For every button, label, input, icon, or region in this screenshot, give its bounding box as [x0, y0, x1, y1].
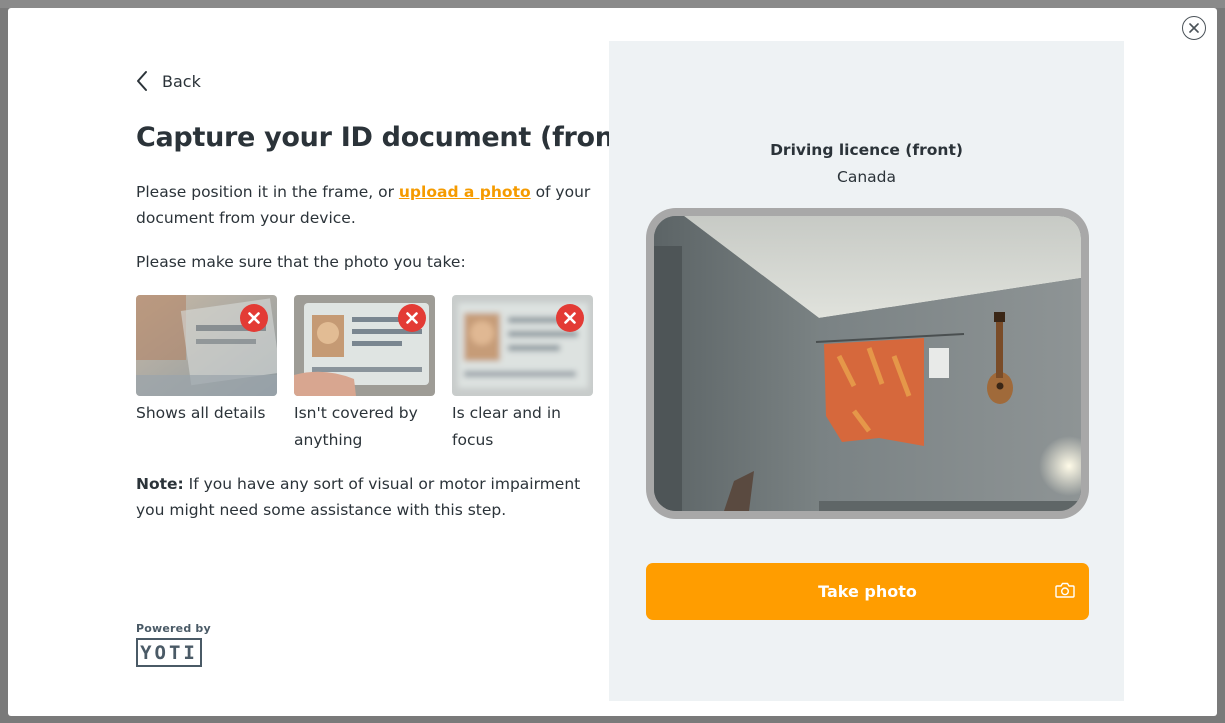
error-badge: [556, 304, 584, 332]
example-caption: Isn't covered by anything: [294, 404, 418, 449]
camera-icon: [1055, 582, 1075, 598]
powered-by-label: Powered by: [136, 622, 211, 635]
backdrop: [0, 0, 1225, 8]
example-caption: Is clear and in focus: [452, 404, 561, 449]
note-text: If you have any sort of visual or motor …: [136, 475, 581, 519]
example-caption: Shows all details: [136, 404, 266, 422]
powered-by: Powered by YOTI: [136, 622, 211, 667]
x-icon: [564, 312, 576, 324]
document-type: Driving licence (front): [770, 141, 963, 159]
page-title: Capture your ID document (front): [136, 122, 639, 153]
document-country: Canada: [837, 168, 896, 186]
example-image-blurry: [452, 295, 593, 396]
requirements-heading: Please make sure that the photo you take…: [136, 253, 466, 271]
take-photo-label: Take photo: [818, 582, 917, 601]
example-clear-focus: Is clear and in focus: [452, 295, 593, 454]
intro-text: Please position it in the frame, or uplo…: [136, 179, 596, 231]
accessibility-note: Note: If you have any sort of visual or …: [136, 471, 596, 523]
camera-frame: [646, 208, 1089, 519]
take-photo-button[interactable]: Take photo: [646, 563, 1089, 620]
capture-panel: Driving licence (front) Canada Take phot…: [609, 41, 1124, 701]
example-image-cropped: [136, 295, 277, 396]
close-icon: [1189, 23, 1199, 33]
chevron-left-icon: [137, 71, 147, 91]
example-shows-all-details: Shows all details: [136, 295, 277, 427]
close-button[interactable]: [1182, 16, 1206, 40]
capture-modal: Back Capture your ID document (front) Pl…: [8, 8, 1217, 716]
x-icon: [406, 312, 418, 324]
back-button[interactable]: Back: [136, 70, 201, 92]
example-image-covered: [294, 295, 435, 396]
example-not-covered: Isn't covered by anything: [294, 295, 435, 454]
error-badge: [398, 304, 426, 332]
note-label: Note:: [136, 475, 184, 493]
error-badge: [240, 304, 268, 332]
x-icon: [248, 312, 260, 324]
yoti-logo: YOTI: [136, 638, 202, 667]
back-label: Back: [162, 71, 201, 91]
upload-photo-link[interactable]: upload a photo: [399, 183, 531, 201]
instructions-column: Back Capture your ID document (front) Pl…: [136, 8, 639, 716]
intro-before: Please position it in the frame, or: [136, 183, 399, 201]
camera-preview: [654, 216, 1081, 511]
